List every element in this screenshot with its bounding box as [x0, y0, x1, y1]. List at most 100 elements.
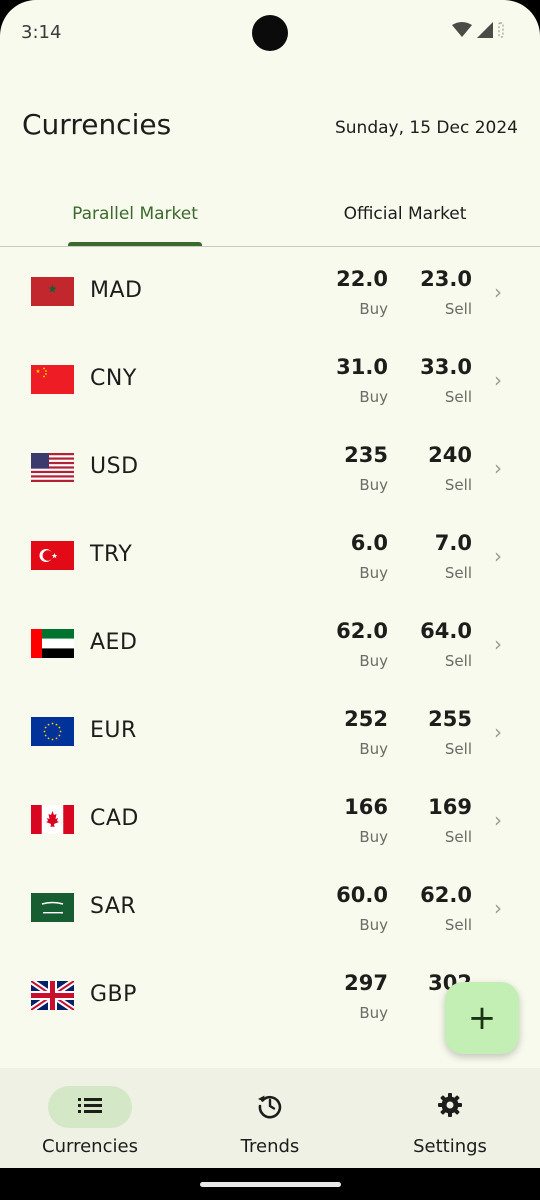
sell-rate: 7.0 [434, 531, 472, 555]
nav-label: Trends [240, 1136, 300, 1157]
sell-rate: 240 [428, 443, 472, 467]
sell-label: Sell [444, 388, 472, 406]
buy-rate: 252 [344, 707, 388, 731]
currency-row[interactable]: CNY 31.0 Buy 33.0 Sell › [0, 335, 540, 423]
tab-parallel-market[interactable]: Parallel Market [0, 180, 270, 247]
chevron-right-icon: › [494, 544, 502, 568]
buy-label: Buy [359, 740, 388, 758]
usa-flag-icon [31, 453, 74, 482]
current-date: Sunday, 15 Dec 2024 [334, 118, 518, 138]
gesture-handle[interactable] [200, 1182, 341, 1187]
market-tabs: Parallel Market Official Market [0, 180, 540, 247]
buy-label: Buy [359, 564, 388, 582]
battery-icon [498, 22, 504, 42]
sell-label: Sell [444, 740, 472, 758]
nav-label: Settings [413, 1136, 487, 1157]
buy-label: Buy [359, 652, 388, 670]
china-flag-icon [31, 365, 74, 394]
chevron-right-icon: › [494, 632, 502, 656]
buy-label: Buy [359, 476, 388, 494]
chevron-right-icon: › [494, 720, 502, 744]
gear-icon [436, 1091, 464, 1123]
tab-official-market[interactable]: Official Market [270, 180, 540, 247]
sell-rate: 33.0 [420, 355, 472, 379]
sell-label: Sell [444, 564, 472, 582]
signal-icon [477, 22, 493, 42]
nav-item-settings[interactable]: Settings [360, 1068, 540, 1168]
currency-code: CNY [90, 366, 137, 391]
buy-label: Buy [359, 1004, 388, 1022]
nav-item-trends[interactable]: Trends [180, 1068, 360, 1168]
history-icon [256, 1091, 284, 1123]
chevron-right-icon: › [494, 808, 502, 832]
tab-label: Official Market [343, 204, 467, 224]
chevron-right-icon: › [494, 280, 502, 304]
sell-rate: 255 [428, 707, 472, 731]
turkey-flag-icon [31, 541, 74, 570]
uae-flag-icon [31, 629, 74, 658]
sell-label: Sell [444, 652, 472, 670]
plus-icon: + [467, 998, 497, 1038]
status-icons [452, 22, 504, 42]
buy-rate: 235 [344, 443, 388, 467]
currency-row[interactable]: MAD 22.0 Buy 23.0 Sell › [0, 247, 540, 335]
sell-label: Sell [444, 476, 472, 494]
currency-row[interactable]: AED 62.0 Buy 64.0 Sell › [0, 599, 540, 687]
currency-code: AED [90, 630, 138, 655]
buy-rate: 297 [344, 971, 388, 995]
buy-rate: 6.0 [350, 531, 388, 555]
currency-code: TRY [90, 542, 133, 567]
chevron-right-icon: › [494, 896, 502, 920]
status-bar: 3:14 [0, 0, 540, 66]
currency-row[interactable]: CAD 166 Buy 169 Sell › [0, 775, 540, 863]
tab-indicator [68, 242, 202, 246]
currency-list: MAD 22.0 Buy 23.0 Sell › CNY 31.0 Buy 33… [0, 247, 540, 1039]
camera-cutout [252, 15, 288, 51]
buy-label: Buy [359, 300, 388, 318]
nav-icon-container [228, 1086, 312, 1128]
currency-code: EUR [90, 718, 137, 743]
sell-label: Sell [444, 300, 472, 318]
buy-label: Buy [359, 828, 388, 846]
status-time: 3:14 [21, 22, 62, 43]
currency-code: MAD [90, 278, 143, 303]
sell-rate: 64.0 [420, 619, 472, 643]
currency-code: SAR [90, 894, 137, 919]
buy-label: Buy [359, 388, 388, 406]
currency-row[interactable]: USD 235 Buy 240 Sell › [0, 423, 540, 511]
uk-flag-icon [31, 981, 74, 1010]
canada-flag-icon [31, 805, 74, 834]
currency-row[interactable]: TRY 6.0 Buy 7.0 Sell › [0, 511, 540, 599]
sell-rate: 169 [428, 795, 472, 819]
list-icon [77, 1095, 103, 1119]
buy-rate: 166 [344, 795, 388, 819]
sell-label: Sell [444, 828, 472, 846]
buy-rate: 22.0 [336, 267, 388, 291]
nav-icon-container [408, 1086, 492, 1128]
nav-label: Currencies [42, 1136, 138, 1157]
nav-icon-container [48, 1086, 132, 1128]
gesture-area [0, 1168, 540, 1200]
buy-rate: 62.0 [336, 619, 388, 643]
nav-item-currencies[interactable]: Currencies [0, 1068, 180, 1168]
currency-code: CAD [90, 806, 139, 831]
sell-label: Sell [444, 916, 472, 934]
sell-rate: 62.0 [420, 883, 472, 907]
add-currency-button[interactable]: + [445, 982, 519, 1054]
buy-rate: 60.0 [336, 883, 388, 907]
morocco-flag-icon [31, 277, 74, 306]
saudi-flag-icon [31, 893, 74, 922]
sell-rate: 23.0 [420, 267, 472, 291]
buy-rate: 31.0 [336, 355, 388, 379]
chevron-right-icon: › [494, 456, 502, 480]
currency-code: USD [90, 454, 139, 479]
bottom-nav: Currencies Trends Settings [0, 1068, 540, 1168]
currency-row[interactable]: EUR 252 Buy 255 Sell › [0, 687, 540, 775]
currency-row[interactable]: SAR 60.0 Buy 62.0 Sell › [0, 863, 540, 951]
tab-label: Parallel Market [72, 204, 198, 224]
wifi-icon [452, 22, 472, 42]
app-screen: 3:14 Currencies Sunday, 15 Dec 2024 Para… [0, 0, 540, 1200]
buy-label: Buy [359, 916, 388, 934]
chevron-right-icon: › [494, 368, 502, 392]
page-title: Currencies [22, 108, 172, 141]
